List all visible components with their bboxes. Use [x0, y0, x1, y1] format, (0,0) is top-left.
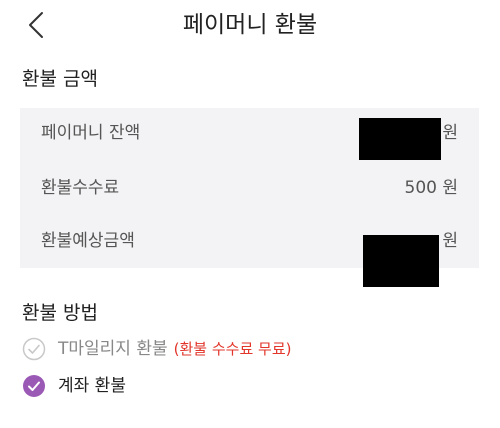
refund-method-title: 환불 방법 [22, 302, 98, 324]
refund-amount-title: 환불 금액 [22, 68, 98, 90]
back-button[interactable] [22, 9, 52, 41]
chevron-left-icon [22, 9, 52, 41]
row-label: 환불수수료 [41, 178, 120, 198]
option-label: T마일리지 환불 [58, 339, 168, 359]
refund-amount-box: 페이머니 잔액 원 환불수수료 500 원 환불예상금액 원 [20, 108, 479, 287]
redacted-balance [359, 118, 441, 160]
fee-value: 500 [404, 178, 437, 198]
redacted-expected-amount [363, 235, 439, 287]
fee-free-note: (환불 수수료 무료) [173, 340, 292, 358]
refund-fee-row: 환불수수료 500 원 [20, 163, 479, 213]
header: 페이머니 환불 [0, 0, 500, 50]
row-label: 환불예상금액 [41, 231, 135, 251]
page-title: 페이머니 환불 [182, 12, 318, 38]
currency-unit: 원 [442, 123, 458, 143]
check-circle-outline-icon [22, 337, 46, 361]
row-value: 500 원 [405, 163, 459, 213]
currency-unit: 원 [442, 231, 458, 251]
check-circle-filled-icon [22, 374, 46, 398]
row-label: 페이머니 잔액 [41, 123, 141, 143]
option-label: 계좌 환불 [58, 376, 126, 396]
currency-unit: 원 [442, 178, 458, 198]
row-value: 원 [442, 108, 458, 158]
row-value: 원 [442, 216, 458, 266]
